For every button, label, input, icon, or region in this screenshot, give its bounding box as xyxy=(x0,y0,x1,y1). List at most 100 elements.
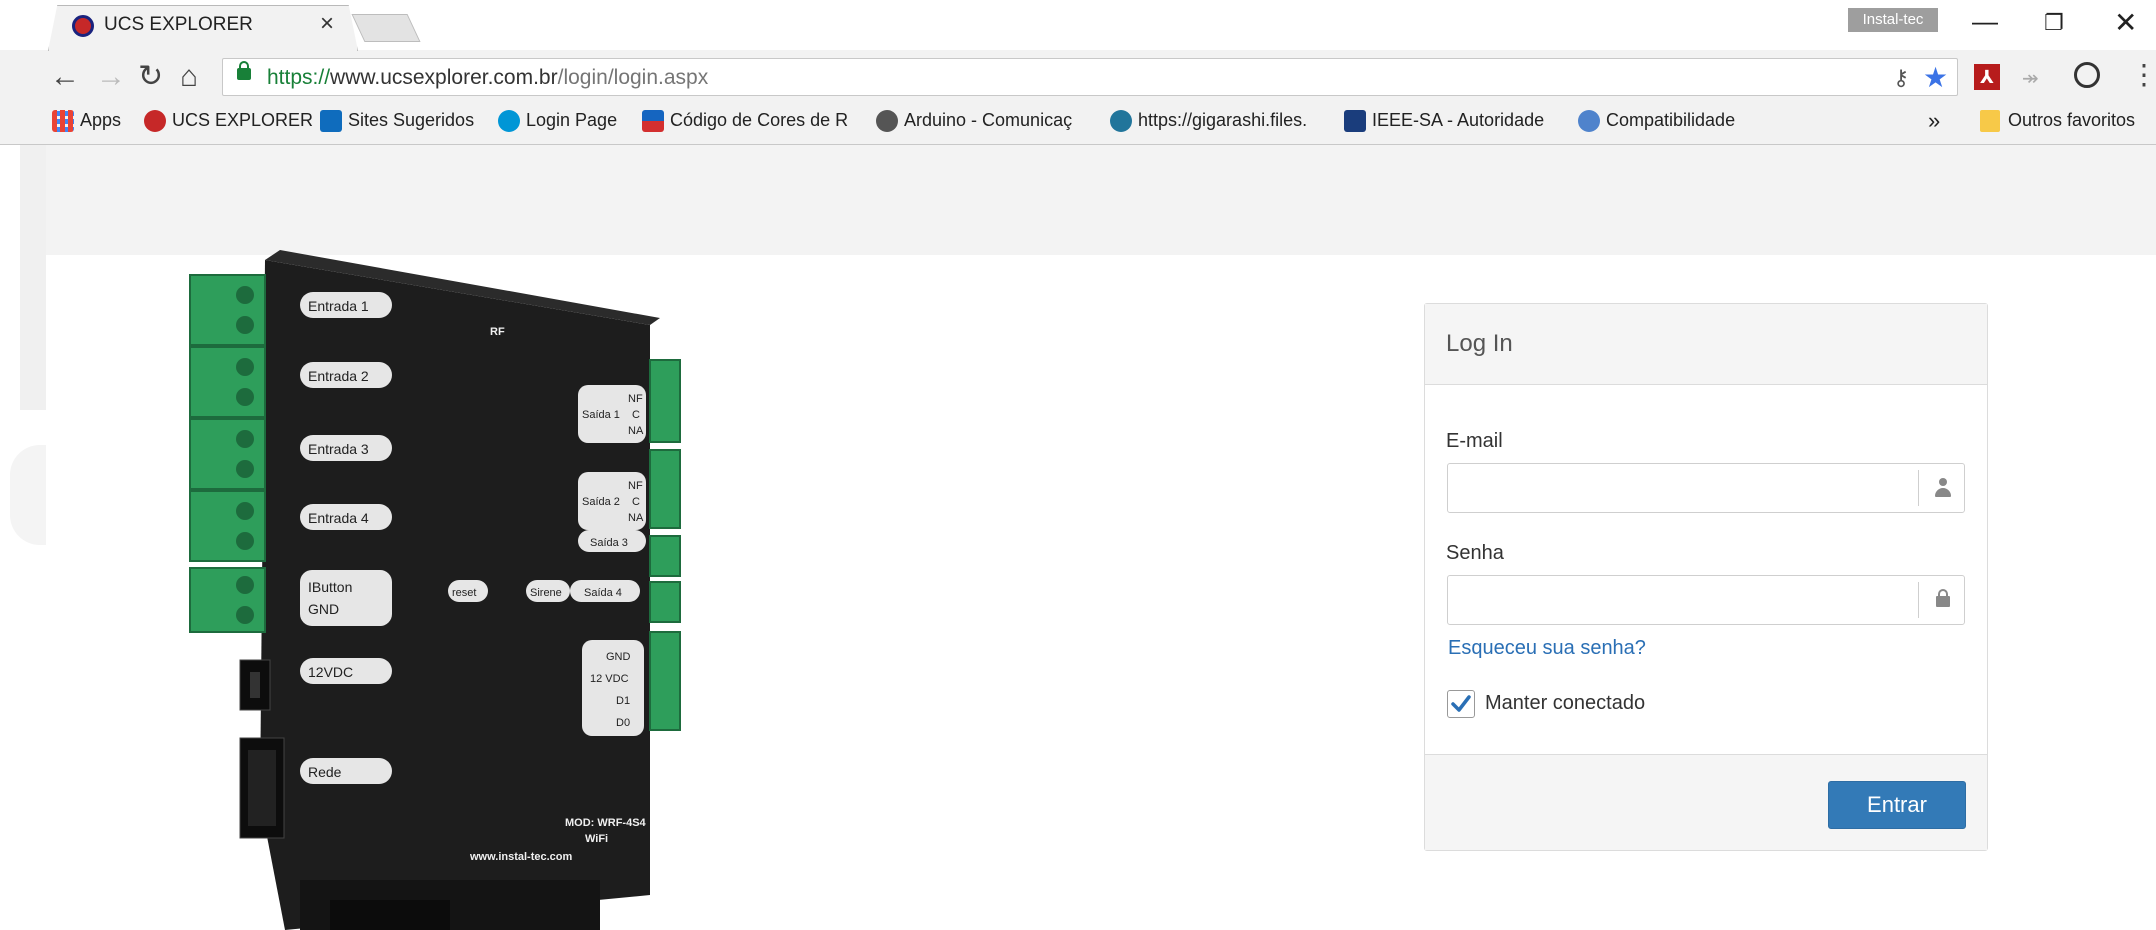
device-pin-gnd: GND xyxy=(606,651,631,663)
device-label-output-3: Saída 3 xyxy=(590,537,628,549)
bookmark-ieee[interactable]: IEEE-SA - Autoridade xyxy=(1344,110,1545,133)
url-path: /login/login.aspx xyxy=(557,66,709,89)
device-label-wifi: WiFi xyxy=(585,833,608,845)
device-pin-nf-2: NF xyxy=(628,480,643,492)
login-panel-heading: Log In xyxy=(1425,304,1987,385)
bookmark-other-favorites[interactable]: Outros favoritos xyxy=(1980,110,2136,133)
device-label-input-4: Entrada 4 xyxy=(308,510,369,526)
device-pin-na-1: NA xyxy=(628,425,644,437)
tab-close-icon[interactable]: × xyxy=(320,10,334,38)
reload-icon[interactable]: ↻ xyxy=(138,62,163,92)
device-label-site: www.instal-tec.com xyxy=(469,851,573,863)
bookmark-compatibilidade[interactable]: Compatibilidade xyxy=(1578,110,1736,133)
camera-icon xyxy=(876,110,898,133)
apps-grid-icon xyxy=(52,110,74,133)
bookmark-label: Sites Sugeridos xyxy=(348,110,475,130)
bookmark-star-icon[interactable]: ★ xyxy=(1923,61,1948,94)
device-label-network: Rede xyxy=(308,764,342,780)
address-bar[interactable]: https://www.ucsexplorer.com.br/login/log… xyxy=(222,58,1958,96)
bing-icon xyxy=(320,110,342,133)
url-text[interactable]: https://www.ucsexplorer.com.br/login/log… xyxy=(267,66,708,90)
new-tab-button[interactable] xyxy=(351,14,421,42)
device-label-input-3: Entrada 3 xyxy=(308,441,369,457)
url-host: www.ucsexplorer.com.br xyxy=(330,66,558,89)
bookmark-login-page[interactable]: Login Page xyxy=(498,110,617,133)
folder-icon xyxy=(1980,110,2000,133)
device-label-buzzer: Sirene xyxy=(530,587,562,599)
password-label: Senha xyxy=(1446,542,1504,564)
device-image: Entrada 1 Entrada 2 Entrada 3 Entrada 4 … xyxy=(189,250,681,930)
device-pin-d1: D1 xyxy=(616,695,630,707)
ucs-explorer-favicon-icon xyxy=(144,110,166,133)
window-restore-icon[interactable]: ❐ xyxy=(2044,10,2064,36)
browser-menu-icon[interactable]: ⋮ xyxy=(2130,60,2156,90)
device-pin-12vdc: 12 VDC xyxy=(590,673,629,685)
page-left-edge-shape xyxy=(10,445,46,545)
bookmark-label: Outros favoritos xyxy=(2008,110,2136,130)
bookmark-sites-sugeridos[interactable]: Sites Sugeridos xyxy=(320,110,475,133)
device-label-reset: reset xyxy=(452,587,476,599)
window-close-icon[interactable]: ✕ xyxy=(2114,6,2137,39)
device-label-output-2: Saída 2 xyxy=(582,496,620,508)
extension-icon[interactable]: ↠ xyxy=(2022,66,2039,91)
lock-icon xyxy=(1936,589,1950,607)
tab-strip: UCS EXPLORER × Instal-tec — ❐ ✕ xyxy=(0,0,2156,51)
bookmark-gigarashi[interactable]: https://gigarashi.files. xyxy=(1110,110,1307,133)
email-label: E-mail xyxy=(1446,430,1503,452)
device-pin-nf-1: NF xyxy=(628,393,643,405)
checkmark-icon xyxy=(1451,695,1471,712)
window-minimize-icon[interactable]: — xyxy=(1972,6,1998,37)
forgot-password-link[interactable]: Esqueceu sua senha? xyxy=(1448,637,1646,660)
login-panel-footer: Entrar xyxy=(1425,754,1987,850)
bookmark-label: Compatibilidade xyxy=(1606,110,1736,130)
forward-arrow-icon[interactable]: → xyxy=(96,62,126,92)
wordpress-icon xyxy=(1110,110,1132,133)
login-submit-button[interactable]: Entrar xyxy=(1828,781,1966,829)
remember-me-checkbox[interactable] xyxy=(1447,690,1475,718)
device-label-input-2: Entrada 2 xyxy=(308,368,369,384)
page-left-edge xyxy=(20,145,46,410)
page-content: Entrada 1 Entrada 2 Entrada 3 Entrada 4 … xyxy=(0,145,2156,930)
right-terminal-blocks xyxy=(649,359,681,731)
device-label-input-1: Entrada 1 xyxy=(308,298,369,314)
bookmarks-bar: Apps UCS EXPLORER Sites Sugeridos Login … xyxy=(0,106,2156,140)
password-input[interactable] xyxy=(1448,576,1918,624)
email-field[interactable] xyxy=(1447,463,1965,513)
device-pin-d0: D0 xyxy=(616,717,630,729)
email-input[interactable] xyxy=(1448,464,1918,512)
device-pin-na-2: NA xyxy=(628,512,644,524)
puzzle-icon xyxy=(1578,110,1600,133)
areaseg-icon xyxy=(642,110,664,133)
bookmark-apps[interactable]: Apps xyxy=(52,110,122,133)
tab-title[interactable]: UCS EXPLORER xyxy=(104,14,253,36)
profile-badge[interactable]: Instal-tec xyxy=(1848,8,1938,32)
acrobat-extension-icon[interactable]: ⅄ xyxy=(1974,64,2000,90)
extension-circle-icon[interactable] xyxy=(2074,62,2100,88)
device-label-ibutton: IButton xyxy=(308,579,352,595)
bookmark-label: Apps xyxy=(80,110,122,130)
device-label-gnd: GND xyxy=(308,601,339,617)
key-icon[interactable]: ⚷ xyxy=(1893,65,1909,91)
bookmark-codigo-cores[interactable]: Código de Cores de R xyxy=(642,110,848,133)
password-addon xyxy=(1918,582,1964,618)
browser-toolbar: ← → ↻ ⌂ https://www.ucsexplorer.com.br/l… xyxy=(0,52,2156,102)
remember-me-label[interactable]: Manter conectado xyxy=(1485,692,1645,715)
bookmark-arduino[interactable]: Arduino - Comunicaç xyxy=(876,110,1072,133)
device-label-output-4: Saída 4 xyxy=(584,587,622,599)
device-pin-c-1: C xyxy=(632,409,640,421)
email-addon xyxy=(1918,470,1964,506)
device-label-rf: RF xyxy=(490,326,505,338)
bookmark-label: IEEE-SA - Autoridade xyxy=(1372,110,1545,130)
url-scheme: https:// xyxy=(267,66,331,89)
back-arrow-icon[interactable]: ← xyxy=(50,62,80,92)
browser-chrome: UCS EXPLORER × Instal-tec — ❐ ✕ ← → ↻ ⌂ … xyxy=(0,0,2156,145)
device-label-model: MOD: WRF-4S4 xyxy=(565,817,647,829)
bookmark-label: UCS EXPLORER xyxy=(172,110,314,130)
user-icon xyxy=(1935,478,1951,498)
bookmark-ucs-explorer[interactable]: UCS EXPLORER xyxy=(144,110,314,133)
login-panel: Log In E-mail Senha Esqueceu sua senha? … xyxy=(1424,303,1988,851)
device-pin-c-2: C xyxy=(632,496,640,508)
password-field[interactable] xyxy=(1447,575,1965,625)
bookmarks-overflow-chevron-icon[interactable]: » xyxy=(1928,108,1940,134)
home-icon[interactable]: ⌂ xyxy=(180,62,198,92)
